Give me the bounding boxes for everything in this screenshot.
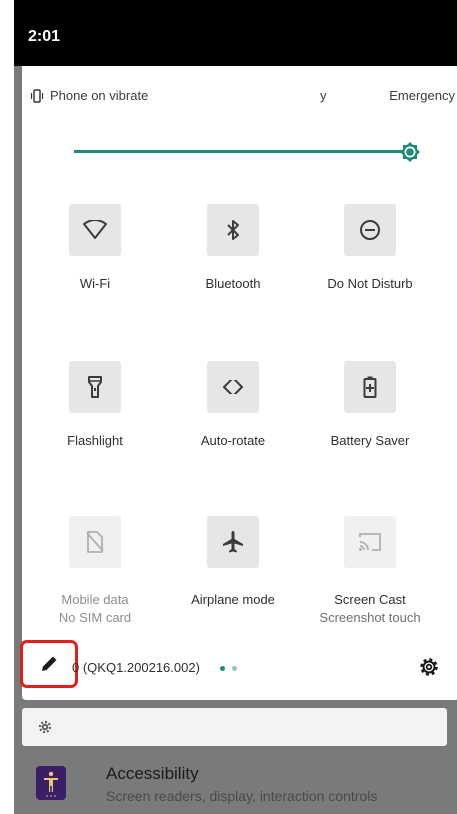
flashlight-tile-button[interactable]: [69, 361, 121, 413]
tile-label: Auto-rotate: [200, 433, 266, 448]
tile-label: Wi-Fi: [79, 276, 111, 291]
edit-tiles-button[interactable]: [20, 640, 78, 688]
tile-battery-saver[interactable]: Battery Saver: [305, 361, 435, 461]
brightness-track: [74, 150, 410, 153]
quick-settings-panel: Phone on vibrate y Emergency Wi-Fi Bluet…: [20, 66, 457, 700]
vibrate-status-text: Phone on vibrate: [50, 88, 149, 103]
tile-mobile-data[interactable]: Mobile data No SIM card: [30, 516, 160, 625]
quick-settings-footer: 0 (QKQ1.200216.002): [20, 640, 457, 688]
mobile-data-icon: [86, 531, 104, 553]
tile-auto-rotate[interactable]: Auto-rotate: [168, 361, 298, 461]
quick-settings-header: Phone on vibrate y Emergency: [22, 86, 457, 106]
pencil-icon: [42, 656, 57, 671]
tile-wifi[interactable]: Wi-Fi: [30, 204, 160, 304]
tile-label: Flashlight: [67, 433, 123, 448]
list-item-title: Accessibility: [106, 764, 199, 783]
build-number-text[interactable]: 0 (QKQ1.200216.002): [72, 660, 200, 675]
auto-rotate-tile-button[interactable]: [207, 361, 259, 413]
tile-sublabel: Screenshot touch: [319, 610, 421, 625]
tile-label: Screen Cast: [334, 592, 406, 607]
tile-airplane-mode[interactable]: Airplane mode: [168, 516, 298, 616]
tile-do-not-disturb[interactable]: Do Not Disturb: [305, 204, 435, 304]
wifi-tile-button[interactable]: [69, 204, 121, 256]
airplane-tile-button[interactable]: [207, 516, 259, 568]
bluetooth-icon: [227, 220, 239, 240]
battery-saver-icon: [363, 376, 377, 398]
settings-list-item-accessibility[interactable]: Accessibility Screen readers, display, i…: [14, 752, 457, 814]
airplane-icon: [223, 531, 243, 553]
tile-label: Airplane mode: [191, 592, 275, 607]
page-indicator-dot-active: [220, 666, 225, 671]
tile-sublabel: No SIM card: [58, 610, 132, 625]
tile-label: Mobile data: [61, 592, 129, 607]
dnd-icon: [360, 220, 380, 240]
page-indicator-dot: [232, 666, 237, 671]
screen-cast-icon: [359, 533, 381, 551]
settings-gear-icon[interactable]: [418, 656, 440, 678]
dnd-tile-button[interactable]: [344, 204, 396, 256]
mobile-data-tile-button[interactable]: [69, 516, 121, 568]
tile-label: Do Not Disturb: [327, 276, 413, 291]
brightness-icon[interactable]: [400, 142, 420, 162]
tile-screen-cast[interactable]: Screen Cast Screenshot touch: [305, 516, 435, 625]
bluetooth-tile-button[interactable]: [207, 204, 259, 256]
flashlight-icon: [88, 376, 102, 398]
tile-bluetooth[interactable]: Bluetooth: [168, 204, 298, 304]
screen-cast-tile-button[interactable]: [344, 516, 396, 568]
gear-icon: [38, 720, 52, 734]
battery-saver-tile-button[interactable]: [344, 361, 396, 413]
settings-search-bar[interactable]: [22, 708, 447, 746]
tile-label: Bluetooth: [205, 276, 261, 291]
auto-rotate-icon: [223, 376, 243, 398]
status-bar: 2:01: [14, 0, 457, 66]
emergency-link[interactable]: Emergency: [389, 88, 455, 103]
status-clock: 2:01: [28, 28, 61, 45]
carrier-text: y: [320, 88, 327, 103]
vibrate-icon: [30, 89, 44, 103]
tile-label: Battery Saver: [330, 433, 410, 448]
tile-flashlight[interactable]: Flashlight: [30, 361, 160, 461]
brightness-slider[interactable]: [74, 142, 420, 162]
wifi-icon: [83, 220, 107, 239]
accessibility-icon: [36, 766, 66, 800]
screen: 2:01 Phone on vibrate y Emergency Wi-Fi …: [14, 0, 457, 814]
list-item-subtitle: Screen readers, display, interaction con…: [106, 788, 378, 804]
